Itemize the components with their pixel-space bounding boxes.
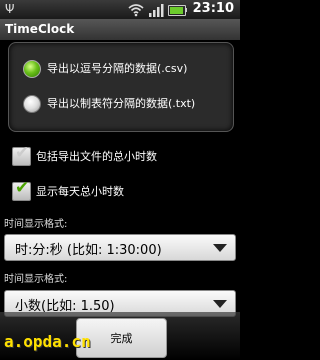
time-format-dropdown-1[interactable]: 时:分:秒 (比如: 1:30:00) <box>4 234 236 261</box>
checkbox-row-daily-hours[interactable]: ✔ 显示每天总小时数 <box>12 178 232 203</box>
signal-icon <box>149 4 164 17</box>
radio-option-txt[interactable]: 导出以制表符分隔的数据(.txt) <box>23 91 233 119</box>
watermark: a.opda.cn <box>4 332 91 351</box>
time-format-value-1: 时:分:秒 (比如: 1:30:00) <box>15 243 162 258</box>
title-bar: TimeClock <box>0 20 240 40</box>
export-format-panel: 导出以逗号分隔的数据(.csv) 导出以制表符分隔的数据(.txt) <box>8 42 234 132</box>
wifi-icon <box>128 4 144 17</box>
time-format-label-1: 时间显示格式: <box>4 219 68 230</box>
radio-button-checked-icon[interactable] <box>23 60 41 78</box>
checkbox-unchecked[interactable]: ✔ <box>12 143 31 166</box>
checkbox-checked[interactable]: ✔ <box>12 178 31 201</box>
battery-tip <box>185 8 187 12</box>
dropdown-arrow-icon <box>213 244 227 252</box>
app-title: TimeClock <box>5 22 75 36</box>
radio-label-txt: 导出以制表符分隔的数据(.txt) <box>47 97 196 110</box>
usb-icon: Ψ <box>5 2 15 16</box>
checkmark-icon: ✔ <box>15 143 30 163</box>
radio-button-unchecked-icon[interactable] <box>23 95 41 113</box>
battery-icon <box>168 5 186 16</box>
time-format-label-2: 时间显示格式: <box>4 274 68 285</box>
status-time: 23:10 <box>192 1 234 16</box>
checkbox-label-daily-hours: 显示每天总小时数 <box>36 185 124 198</box>
dropdown-arrow-icon <box>213 300 227 308</box>
checkbox-label-total-hours: 包括导出文件的总小时数 <box>36 150 157 163</box>
radio-label-csv: 导出以逗号分隔的数据(.csv) <box>47 62 188 75</box>
status-bar: Ψ 23:10 <box>0 0 240 20</box>
radio-option-csv[interactable]: 导出以逗号分隔的数据(.csv) <box>23 56 233 84</box>
checkmark-icon: ✔ <box>15 178 30 198</box>
checkbox-row-total-hours[interactable]: ✔ 包括导出文件的总小时数 <box>12 143 232 168</box>
battery-level <box>170 7 183 14</box>
